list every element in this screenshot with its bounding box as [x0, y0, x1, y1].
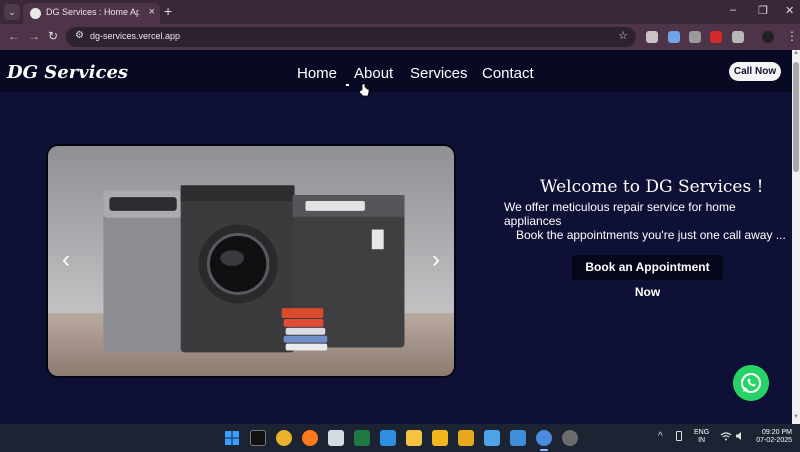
reload-button[interactable]: ↻: [48, 29, 58, 43]
notepad-icon[interactable]: [484, 430, 500, 446]
forward-button[interactable]: →: [28, 29, 40, 43]
todo-icon[interactable]: [510, 430, 526, 446]
file-explorer-icon[interactable]: [406, 430, 422, 446]
nav-link-contact[interactable]: Contact: [482, 65, 534, 82]
vscode-icon[interactable]: [380, 430, 396, 446]
pen-extension-icon[interactable]: [646, 31, 658, 43]
hero-subtext: Book the appointments you're just one ca…: [516, 228, 786, 242]
notes-icon[interactable]: [432, 430, 448, 446]
appliance-carousel: ‹ ›: [46, 144, 456, 378]
close-window-button[interactable]: ✕: [785, 4, 794, 17]
scroll-up-button[interactable]: ▲: [792, 50, 800, 60]
site-favicon-icon: [30, 8, 41, 19]
appliances-image: [48, 146, 454, 376]
windows-taskbar: ^ ENG IN 09:20 PM 07-02-2025: [0, 424, 800, 452]
tab-title: DG Services : Home Appliances: [46, 7, 139, 17]
carousel-next-button[interactable]: ›: [432, 246, 440, 274]
browser-tab-active[interactable]: DG Services : Home Appliances ×: [23, 3, 160, 24]
language-indicator[interactable]: ENG IN: [694, 429, 709, 445]
website-viewport: DG Services Home About Services Contact …: [0, 50, 792, 424]
site-logo[interactable]: DG Services: [7, 62, 128, 83]
system-clock[interactable]: 09:20 PM 07-02-2025: [752, 429, 792, 445]
terminal-icon[interactable]: [250, 430, 266, 446]
nav-link-services[interactable]: Services: [410, 65, 468, 82]
puzzle-extensions-icon[interactable]: [732, 31, 744, 43]
hero-title: Welcome to DG Services !: [540, 177, 764, 197]
language-region: IN: [698, 437, 706, 444]
restore-button[interactable]: ❐: [758, 4, 768, 17]
browser-tab-strip: ⌄ DG Services : Home Appliances × + – ❐ …: [0, 0, 800, 24]
profile-avatar[interactable]: [762, 31, 774, 43]
address-bar[interactable]: ⚙ dg-services.vercel.app ☆: [66, 27, 636, 47]
firefox-icon[interactable]: [302, 430, 318, 446]
nav-link-home[interactable]: Home: [297, 65, 337, 82]
extension-icon[interactable]: [668, 31, 680, 43]
carousel-prev-button[interactable]: ‹: [62, 246, 70, 274]
language-code: ENG: [694, 429, 710, 436]
hover-indicator: [346, 84, 349, 86]
wifi-icon[interactable]: [720, 431, 732, 441]
hero-description: We offer meticulous repair service for h…: [504, 200, 736, 228]
browser-toolbar: ← → ↻ ⚙ dg-services.vercel.app ☆ ⋮: [0, 24, 800, 50]
site-settings-icon[interactable]: ⚙: [75, 30, 84, 41]
back-button[interactable]: ←: [8, 29, 20, 43]
call-now-button[interactable]: Call Now: [729, 62, 781, 81]
hand-cursor-icon: [358, 83, 370, 97]
charts-app-icon[interactable]: [458, 430, 474, 446]
nav-link-about[interactable]: About: [354, 65, 393, 82]
volume-icon[interactable]: [735, 431, 745, 441]
excel-icon[interactable]: [354, 430, 370, 446]
minimize-button[interactable]: –: [730, 4, 736, 16]
windows-start-icon[interactable]: [224, 430, 240, 446]
chrome-icon[interactable]: [276, 430, 292, 446]
chrome-alt-icon[interactable]: [562, 430, 578, 446]
chrome-profile-icon[interactable]: [536, 430, 552, 446]
incognito-extension-icon[interactable]: [689, 31, 701, 43]
red-extension-icon[interactable]: [710, 31, 722, 43]
book-appointment-button[interactable]: Book an Appointment Now: [572, 255, 723, 299]
show-hidden-icons-button[interactable]: ^: [658, 431, 663, 442]
scroll-thumb[interactable]: [793, 62, 799, 172]
scroll-down-button[interactable]: ▼: [792, 414, 800, 424]
clock-time: 09:20 PM: [762, 429, 792, 436]
active-app-indicator: [540, 449, 548, 451]
site-navbar: DG Services Home About Services Contact …: [0, 50, 792, 97]
tab-search-button[interactable]: ⌄: [4, 4, 20, 20]
address-url[interactable]: dg-services.vercel.app: [90, 31, 180, 41]
page-scrollbar[interactable]: ▲ ▼: [792, 50, 800, 424]
new-tab-button[interactable]: +: [164, 3, 172, 19]
bookmark-star-icon[interactable]: ☆: [618, 29, 628, 42]
clock-date: 07-02-2025: [756, 437, 792, 444]
tab-close-button[interactable]: ×: [149, 6, 155, 18]
whatsapp-icon[interactable]: [733, 365, 769, 401]
calculator-icon[interactable]: [328, 430, 344, 446]
usb-drive-icon[interactable]: [676, 431, 682, 441]
browser-menu-icon[interactable]: ⋮: [786, 29, 798, 43]
